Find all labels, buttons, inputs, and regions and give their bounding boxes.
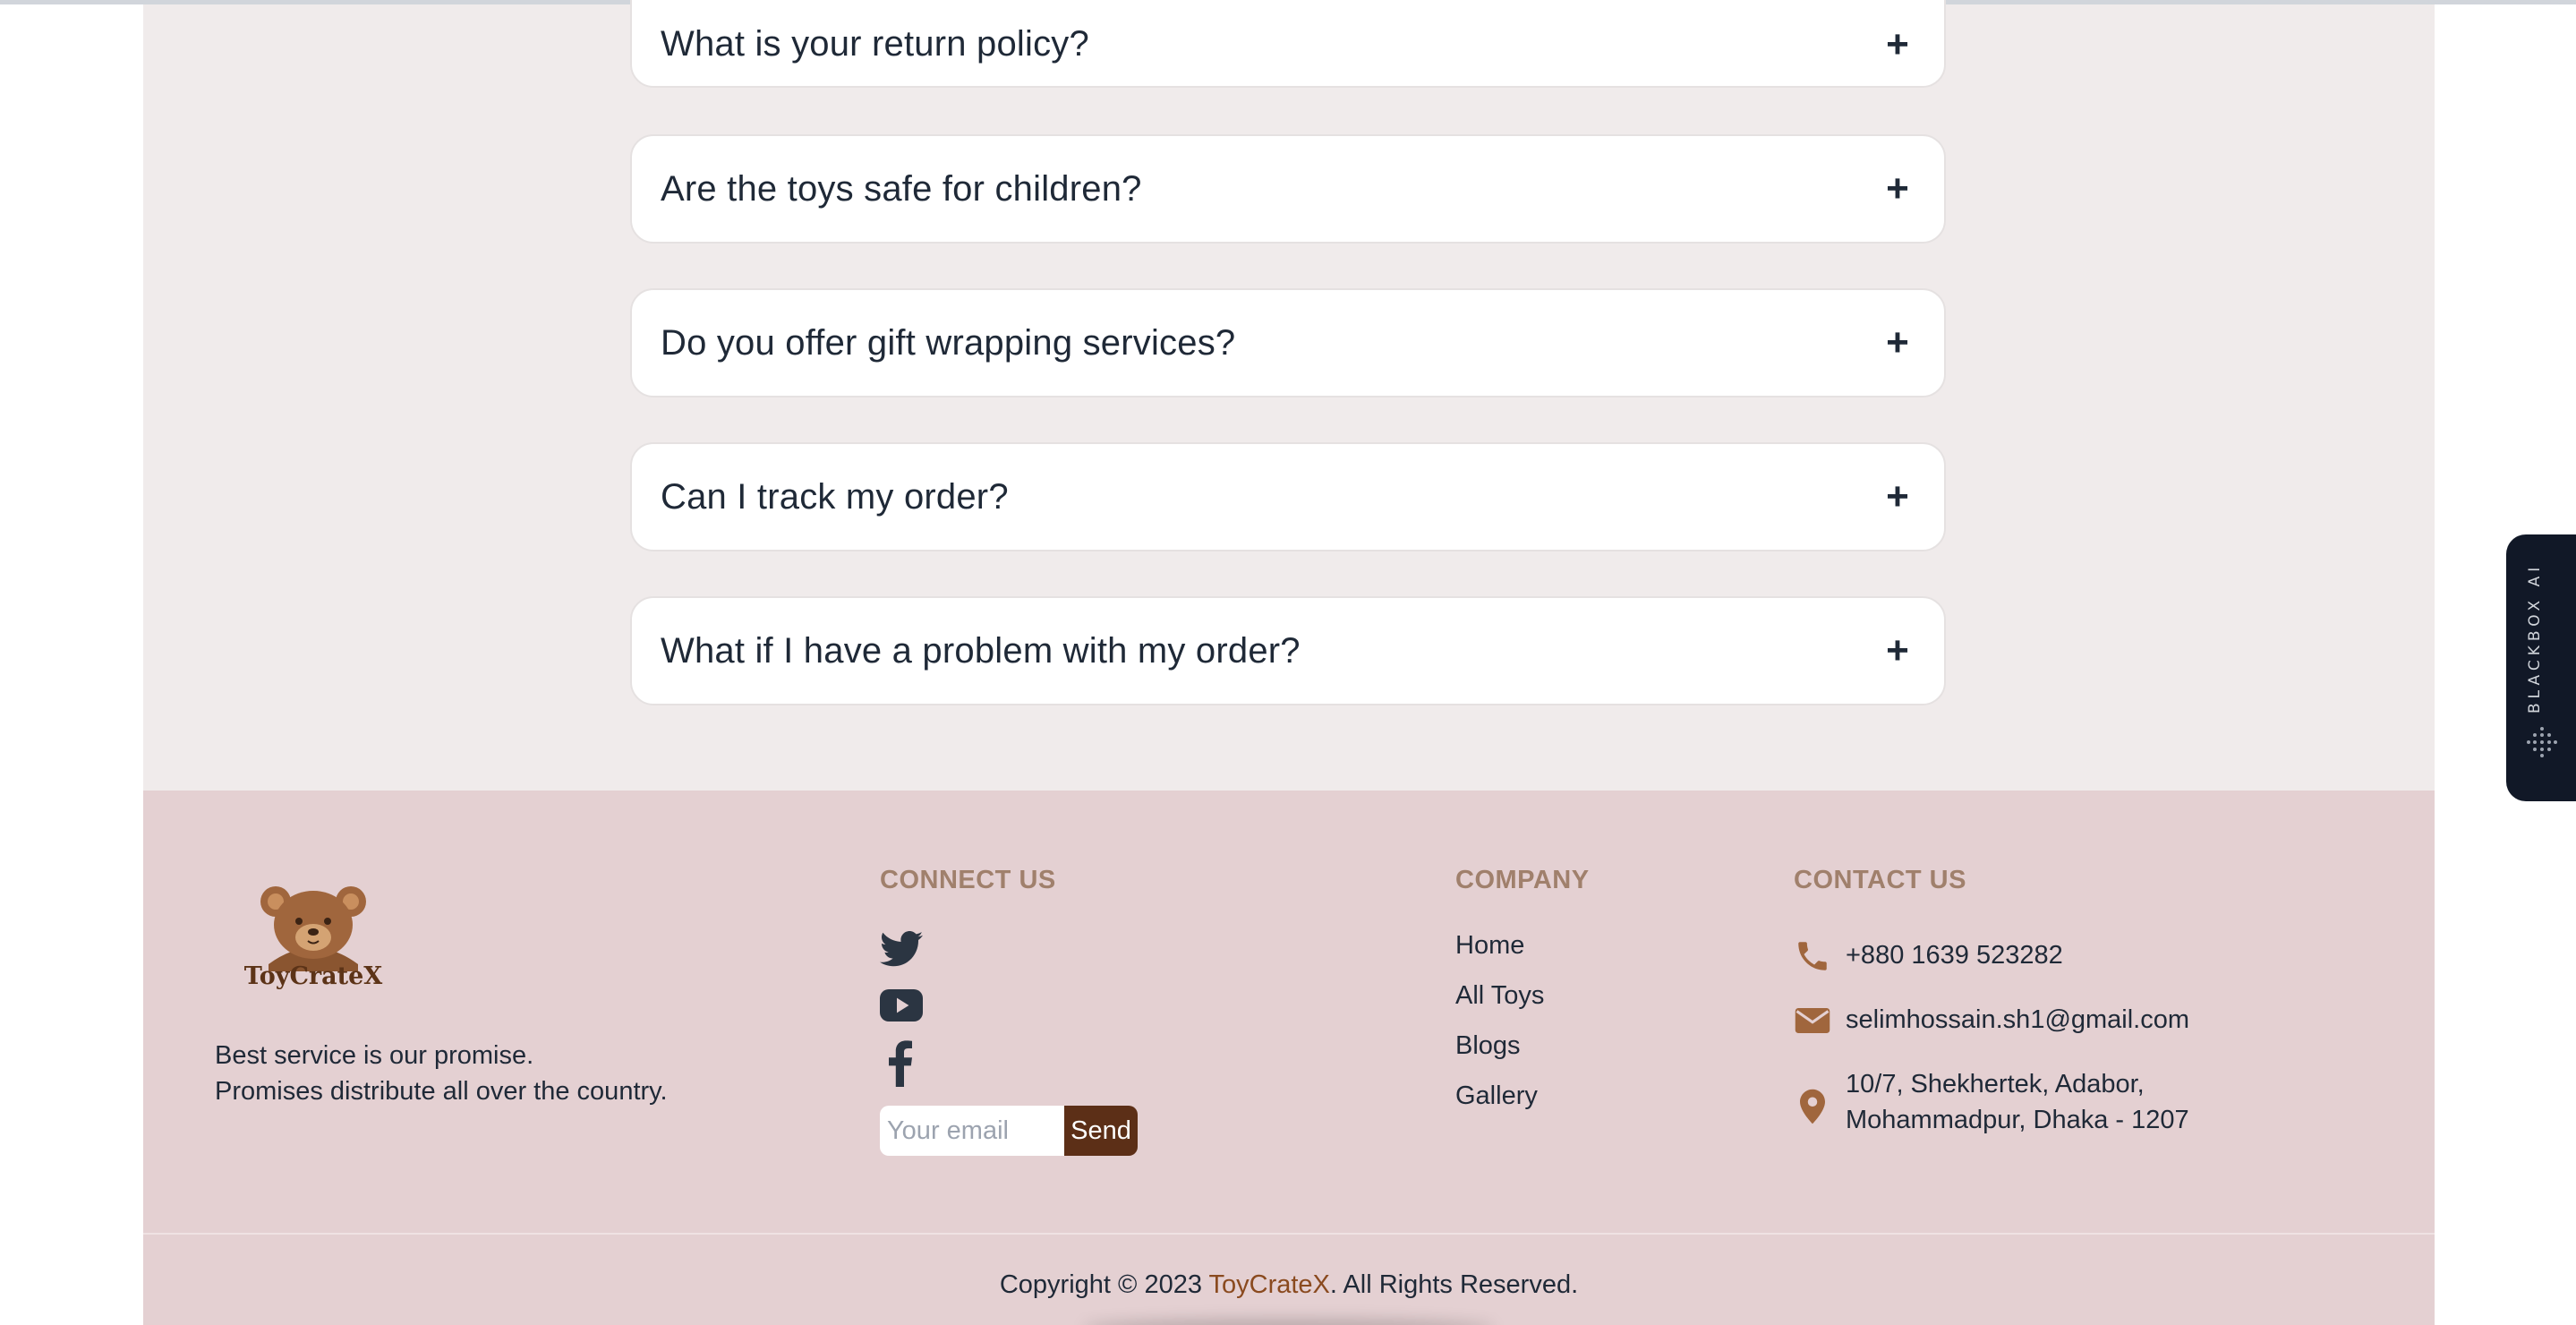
newsletter-form: Send (880, 1106, 1138, 1156)
tagline-line: Best service is our promise. (215, 1041, 534, 1070)
footer-link-gallery[interactable]: Gallery (1455, 1081, 1538, 1111)
faq-item-toy-safety[interactable]: Are the toys safe for children? + (630, 134, 1946, 244)
address-line: 10/7, Shekhertek, Adabor, (1846, 1070, 2145, 1098)
twitter-icon[interactable] (880, 930, 923, 972)
footer-divider (143, 1233, 2435, 1235)
send-button[interactable]: Send (1064, 1106, 1138, 1156)
footer-link-blogs[interactable]: Blogs (1455, 1031, 1521, 1061)
tagline-line: Promises distribute all over the country… (215, 1077, 668, 1106)
copyright: Copyright © 2023 ToyCrateX. All Rights R… (143, 1270, 2435, 1300)
faq-item-gift-wrapping[interactable]: Do you offer gift wrapping services? + (630, 288, 1946, 398)
copyright-brand-link[interactable]: ToyCrateX (1209, 1270, 1330, 1299)
contact-phone: +880 1639 523282 (1794, 937, 2063, 975)
faq-item-order-problem[interactable]: What if I have a problem with my order? … (630, 596, 1946, 705)
scroll-shadow (1083, 1319, 1495, 1325)
address-line: Mohammadpur, Dhaka - 1207 (1846, 1106, 2189, 1134)
footer-link-home[interactable]: Home (1455, 931, 1524, 961)
plus-icon[interactable]: + (1880, 169, 1915, 209)
faq-section: What is your return policy? + Are the to… (143, 0, 2435, 791)
faq-question: Do you offer gift wrapping services? (661, 322, 1236, 363)
faq-question: Can I track my order? (661, 476, 1009, 517)
toycratex-logo[interactable]: ToyCrateX (242, 882, 385, 990)
blackbox-logo-icon (2527, 727, 2557, 757)
copyright-suffix: . All Rights Reserved. (1329, 1270, 1579, 1299)
faq-item-track-order[interactable]: Can I track my order? + (630, 442, 1946, 551)
contact-us-heading: CONTACT US (1794, 866, 1966, 894)
location-pin-icon (1800, 1089, 1825, 1124)
footer-tagline: Best service is our promise. Promises di… (215, 1038, 668, 1109)
faq-question: What if I have a problem with my order? (661, 630, 1301, 671)
youtube-icon[interactable] (880, 988, 923, 1027)
plus-icon[interactable]: + (1880, 477, 1915, 517)
plus-icon[interactable]: + (1880, 323, 1915, 363)
contact-email: selimhossain.sh1@gmail.com (1794, 1002, 2189, 1039)
faq-item-return-policy[interactable]: What is your return policy? + (630, 0, 1946, 88)
contact-email-text[interactable]: selimhossain.sh1@gmail.com (1846, 1002, 2189, 1038)
faq-question: What is your return policy? (661, 24, 1089, 64)
footer-link-all-toys[interactable]: All Toys (1455, 981, 1544, 1011)
phone-icon (1798, 942, 1827, 970)
envelope-icon (1795, 1008, 1830, 1033)
plus-icon[interactable]: + (1880, 24, 1915, 64)
blackbox-ai-label: BLACKBOX AI (2526, 562, 2544, 714)
contact-phone-text: +880 1639 523282 (1846, 941, 2063, 970)
connect-us-heading: CONNECT US (880, 866, 1056, 894)
blackbox-ai-widget[interactable]: BLACKBOX AI (2506, 534, 2576, 801)
logo-text: ToyCrateX (244, 962, 383, 989)
contact-address: 10/7, Shekhertek, Adabor, Mohammadpur, D… (1794, 1066, 2189, 1138)
plus-icon[interactable]: + (1880, 631, 1915, 671)
copyright-prefix: Copyright © 2023 (999, 1270, 1209, 1299)
footer: ToyCrateX Best service is our promise. P… (143, 791, 2435, 1325)
page: What is your return policy? + Are the to… (143, 0, 2435, 1325)
contact-address-text: 10/7, Shekhertek, Adabor, Mohammadpur, D… (1846, 1066, 2189, 1138)
faq-question: Are the toys safe for children? (661, 168, 1142, 209)
facebook-icon[interactable] (880, 1040, 923, 1091)
company-heading: COMPANY (1455, 866, 1590, 894)
newsletter-email-input[interactable] (880, 1106, 1064, 1156)
